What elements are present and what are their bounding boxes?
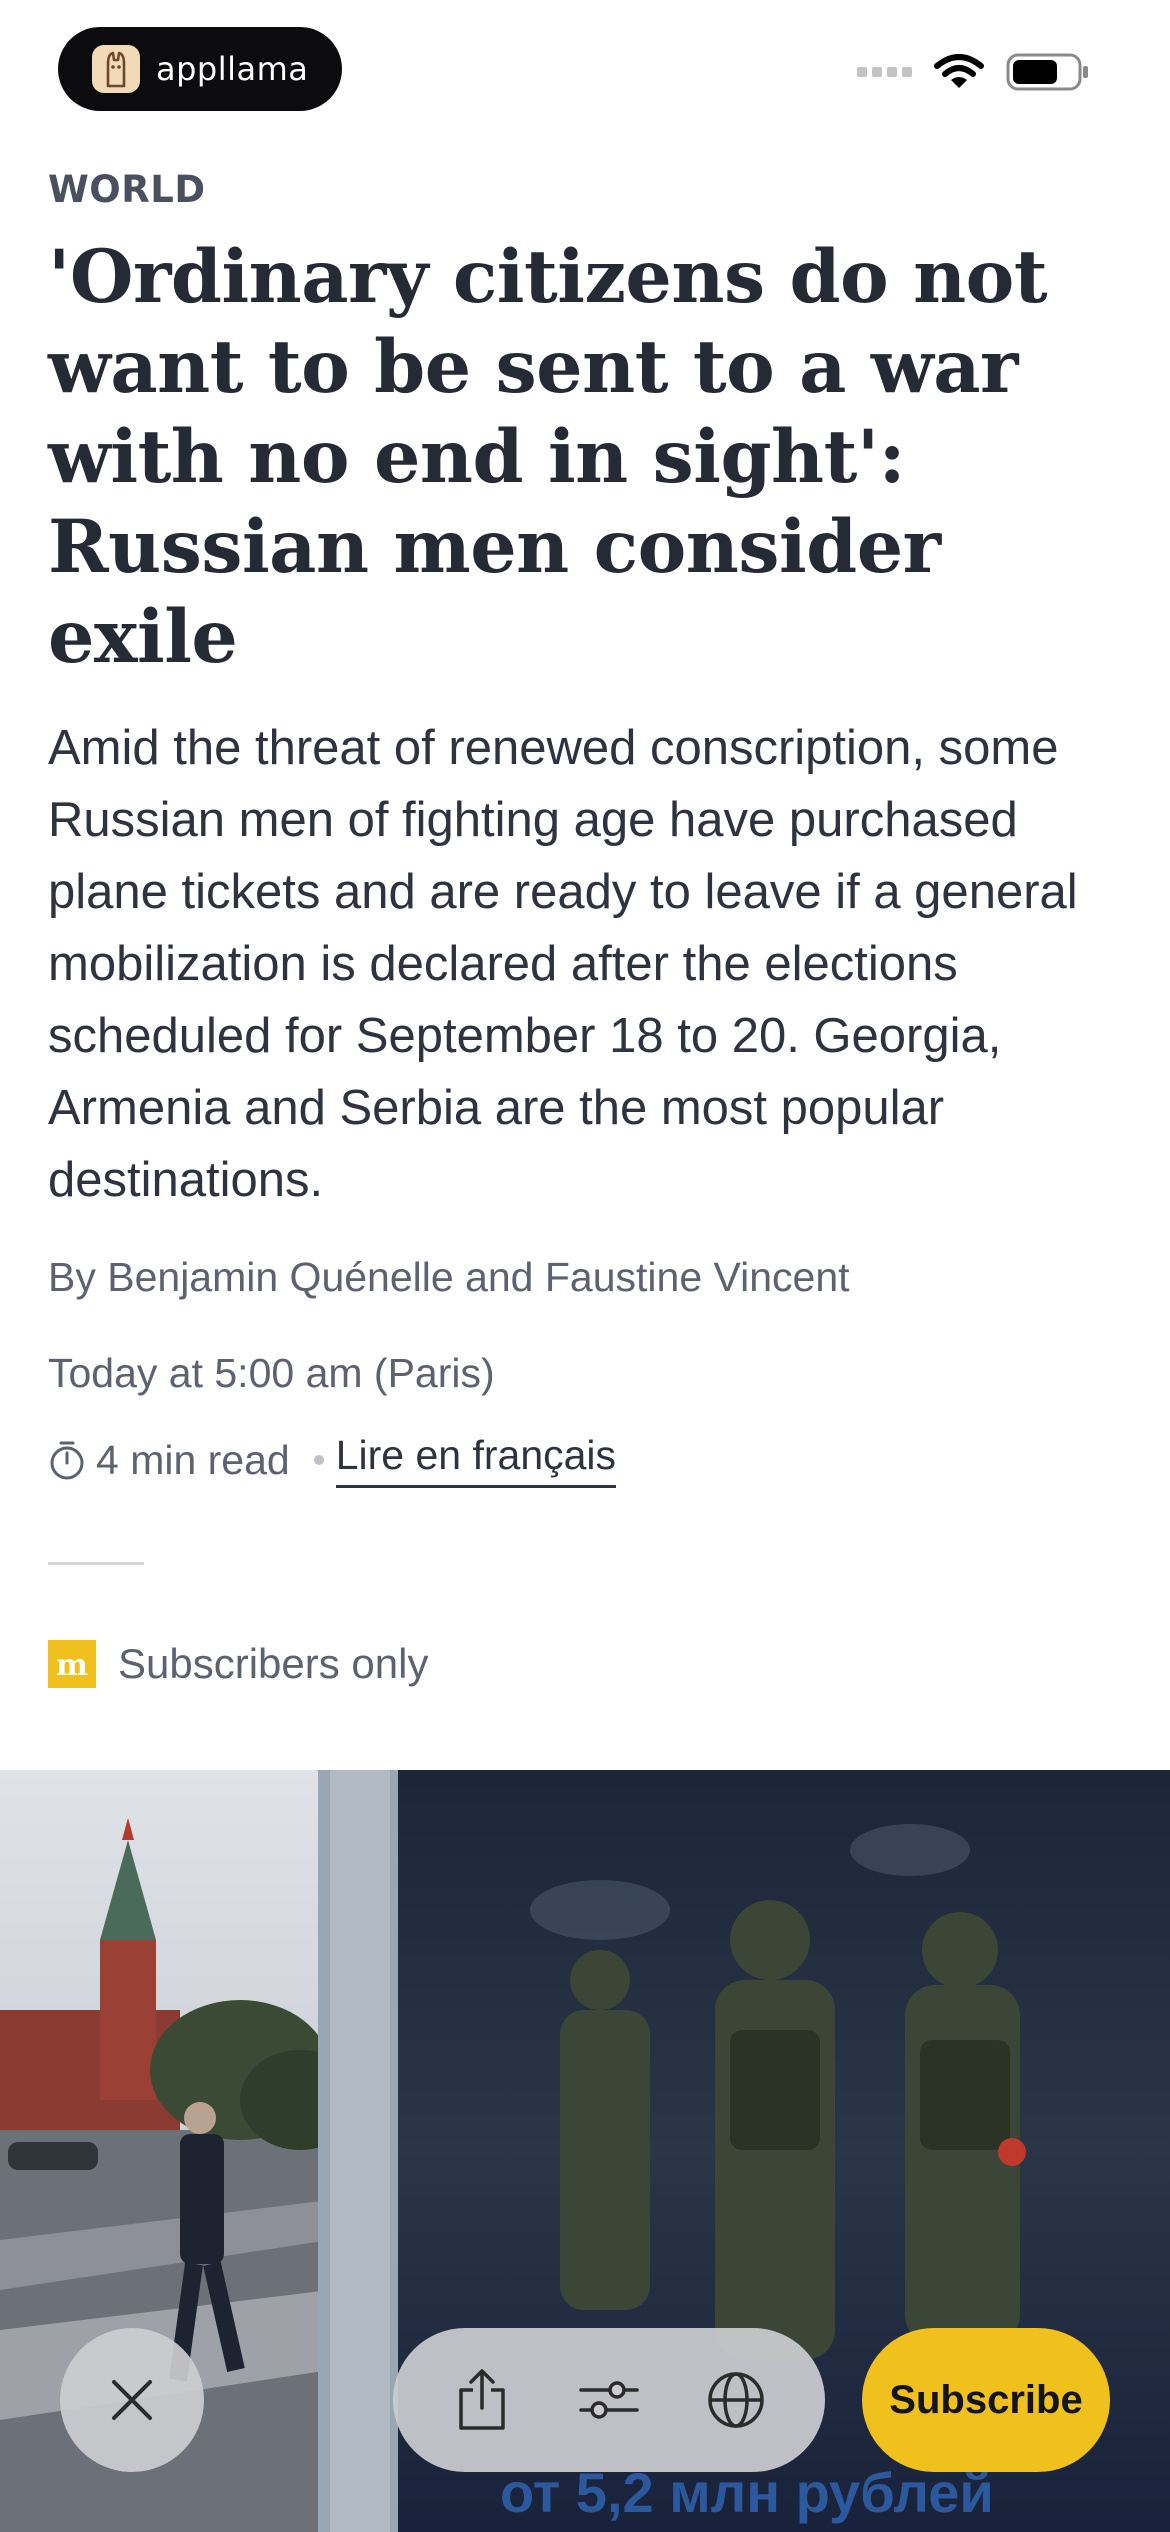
signal-icon: [857, 67, 912, 77]
settings-button[interactable]: [564, 2355, 654, 2445]
byline: By Benjamin Quénelle and Faustine Vincen…: [48, 1254, 850, 1300]
meta-row: 4 min read Lire en français: [48, 1432, 617, 1488]
share-button[interactable]: [437, 2355, 527, 2445]
article-standfirst: Amid the threat of renewed conscription,…: [48, 721, 1078, 1207]
globe-icon: [707, 2372, 764, 2428]
sliders-icon: [579, 2381, 639, 2419]
separator-dot: [313, 1455, 324, 1465]
language-button[interactable]: [691, 2355, 781, 2445]
subscribers-only-label: m Subscribers only: [48, 1640, 428, 1688]
wifi-icon: [934, 54, 984, 88]
brand-name: appllama: [156, 50, 309, 88]
battery-icon: [1006, 53, 1088, 91]
subscribe-button[interactable]: Subscribe: [862, 2328, 1110, 2472]
svg-text:m: m: [56, 1648, 88, 1683]
brand-pill[interactable]: appllama: [58, 27, 342, 111]
llama-icon: [92, 45, 140, 93]
read-time: 4 min read: [96, 1436, 290, 1483]
divider: [48, 1562, 144, 1565]
share-icon: [459, 2369, 506, 2430]
status-icons: [857, 52, 1090, 92]
section-label[interactable]: WORLD: [48, 168, 206, 211]
french-version-link[interactable]: Lire en français: [335, 1432, 617, 1488]
le-monde-m-icon: m: [48, 1640, 96, 1688]
timer-icon: [48, 1439, 86, 1481]
article-headline: 'Ordinary citizens do not want to be sen…: [48, 234, 1048, 680]
close-icon: [112, 2380, 152, 2420]
action-toolbar: [393, 2328, 825, 2472]
publish-time: Today at 5:00 am (Paris): [48, 1350, 495, 1396]
access-label: Subscribers only: [118, 1640, 429, 1687]
close-button[interactable]: [60, 2328, 204, 2472]
